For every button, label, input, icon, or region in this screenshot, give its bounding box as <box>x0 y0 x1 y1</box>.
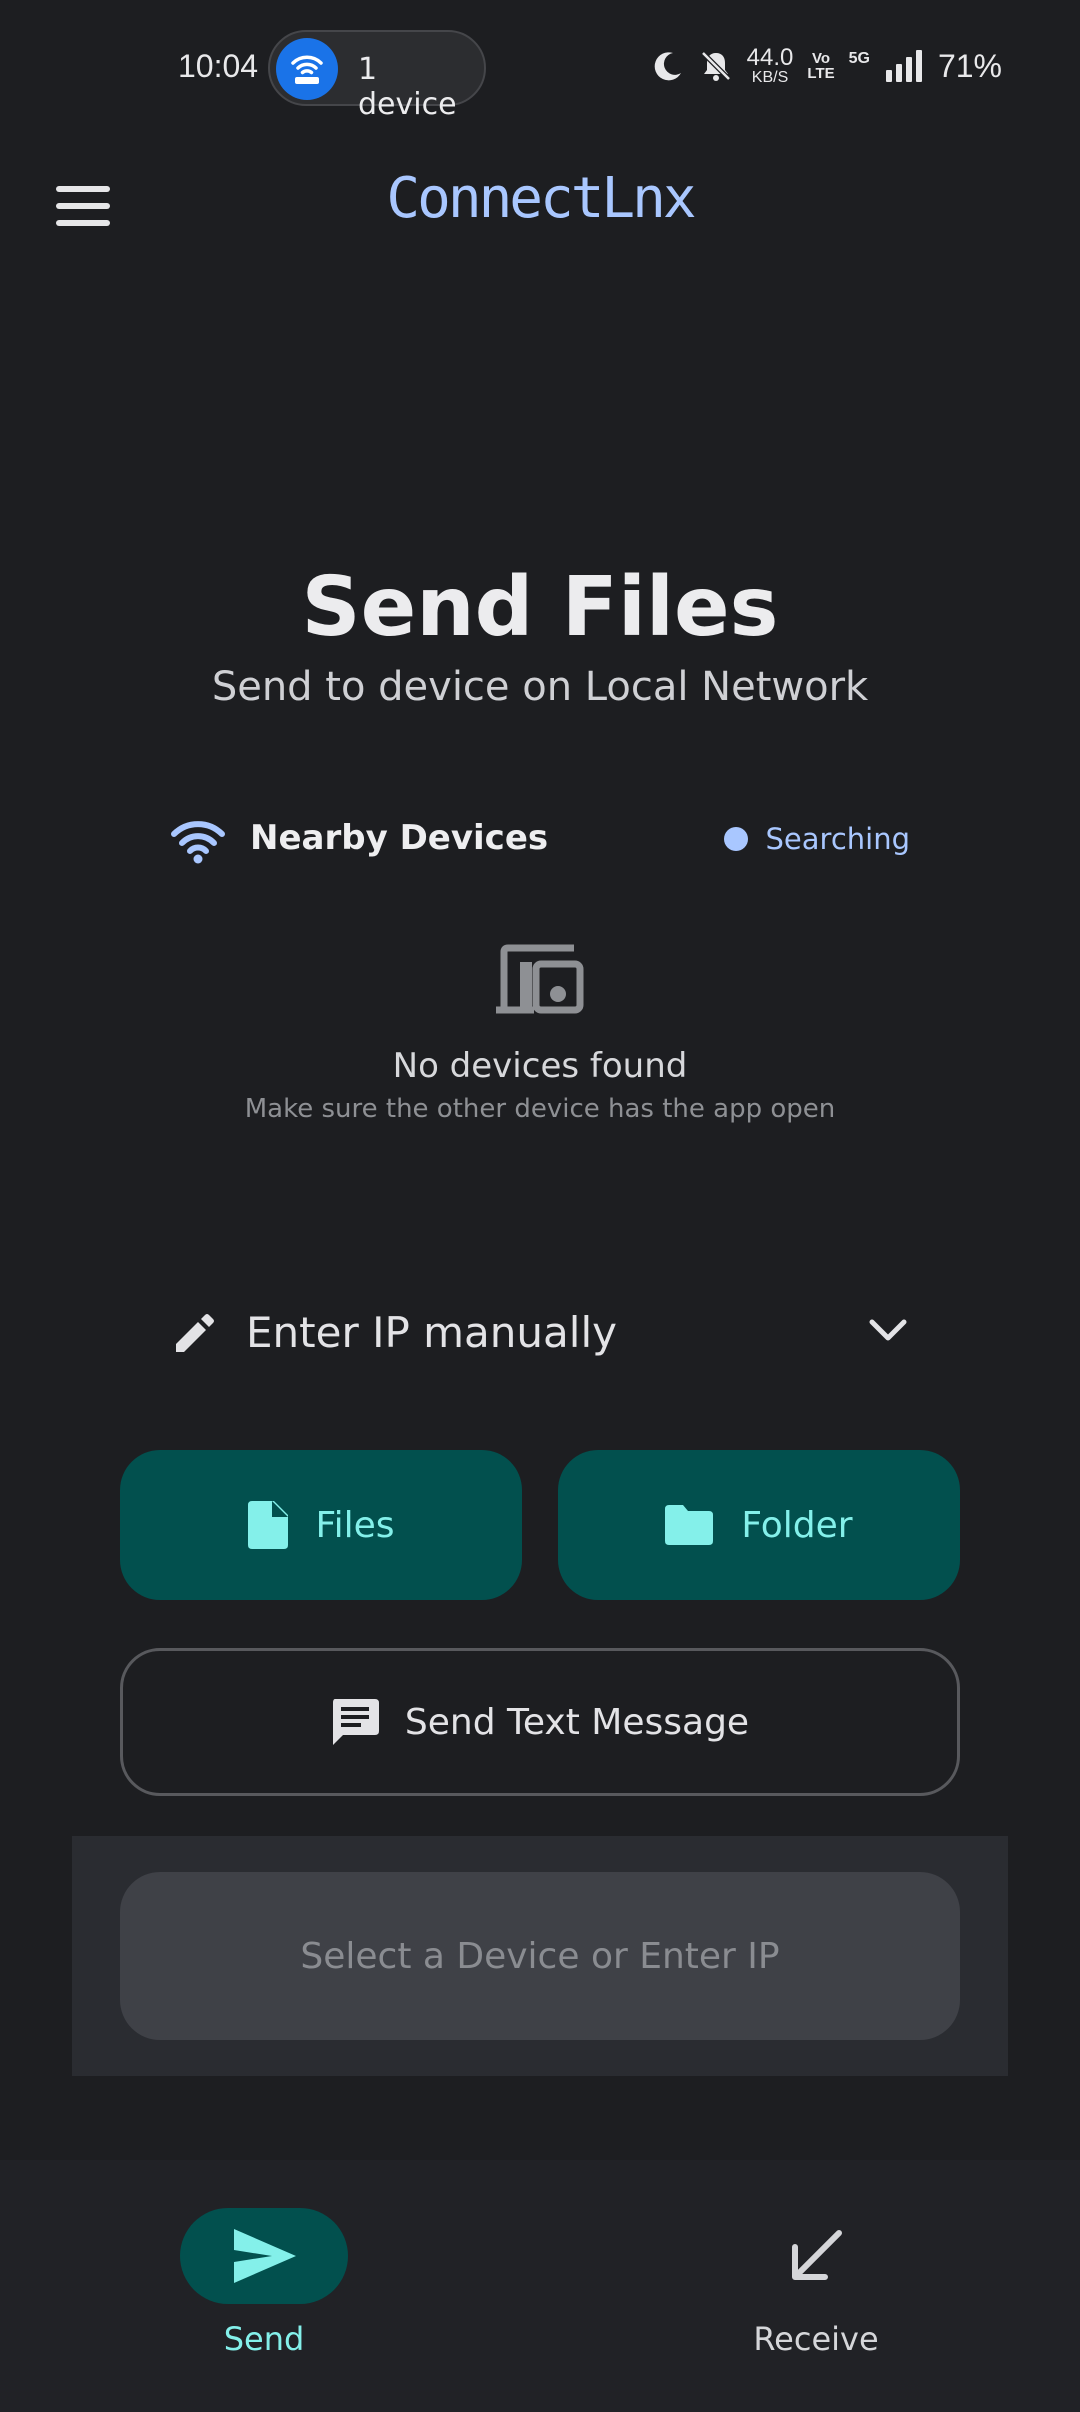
empty-state-title: No devices found <box>392 1046 688 1086</box>
files-button-label: Files <box>315 1504 395 1546</box>
pencil-icon <box>176 1314 214 1352</box>
status-dot <box>723 827 748 851</box>
folder-button[interactable]: Folder <box>558 1450 960 1600</box>
page-title: Send Files <box>301 560 779 655</box>
moon-icon <box>654 52 681 81</box>
files-button[interactable]: Files <box>120 1450 522 1600</box>
file-icon <box>247 1501 288 1549</box>
message-icon <box>332 1699 379 1745</box>
wifi-icon <box>171 821 225 864</box>
select-device-button[interactable]: Select a Device or Enter IP <box>120 1872 960 2040</box>
nearby-devices-header: Nearby Devices Searching <box>170 812 910 868</box>
manual-ip-toggle[interactable]: Enter IP manually <box>170 1298 910 1366</box>
battery-level: 71% <box>937 47 1002 84</box>
hotspot-icon <box>276 38 338 100</box>
hotspot-chip[interactable]: 1 device <box>268 30 486 122</box>
mute-icon <box>700 51 731 81</box>
app-title: ConnectLnx <box>386 166 696 231</box>
send-icon <box>234 2229 296 2283</box>
send-text-message-label: Send Text Message <box>404 1701 750 1743</box>
search-status-label: Searching <box>765 822 910 856</box>
empty-state-subtitle: Make sure the other device has the app o… <box>244 1094 836 1124</box>
folder-icon <box>665 1505 714 1545</box>
bottom-navigation <box>0 2160 1080 2412</box>
status-icons: 44.0 KB/S Vo LTE 5G 71% <box>651 46 1002 86</box>
manual-ip-label: Enter IP manually <box>246 1308 617 1357</box>
nav-receive[interactable] <box>756 2208 876 2304</box>
send-text-message-button[interactable]: Send Text Message <box>120 1648 960 1796</box>
page-subtitle: Send to device on Local Network <box>211 664 869 710</box>
signal-icon <box>885 50 922 82</box>
hotspot-label: 1 device <box>358 52 457 122</box>
arrow-down-left-icon <box>792 2230 842 2280</box>
nav-send[interactable] <box>180 2208 348 2304</box>
search-status: Searching <box>723 822 910 856</box>
action-panel: Select a Device or Enter IP <box>72 1836 1008 2076</box>
nav-receive-label[interactable]: Receive <box>716 2320 916 2358</box>
status-time: 10:04 <box>178 48 259 84</box>
nav-send-label[interactable]: Send <box>180 2320 348 2358</box>
devices-icon <box>496 944 584 1014</box>
volte-indicator: Vo LTE <box>807 50 835 82</box>
chevron-down-icon <box>869 1319 907 1341</box>
nearby-devices-label: Nearby Devices <box>250 818 549 858</box>
folder-button-label: Folder <box>741 1504 853 1546</box>
network-type: 5G <box>848 50 870 67</box>
net-speed: 44.0 KB/S <box>746 44 794 86</box>
